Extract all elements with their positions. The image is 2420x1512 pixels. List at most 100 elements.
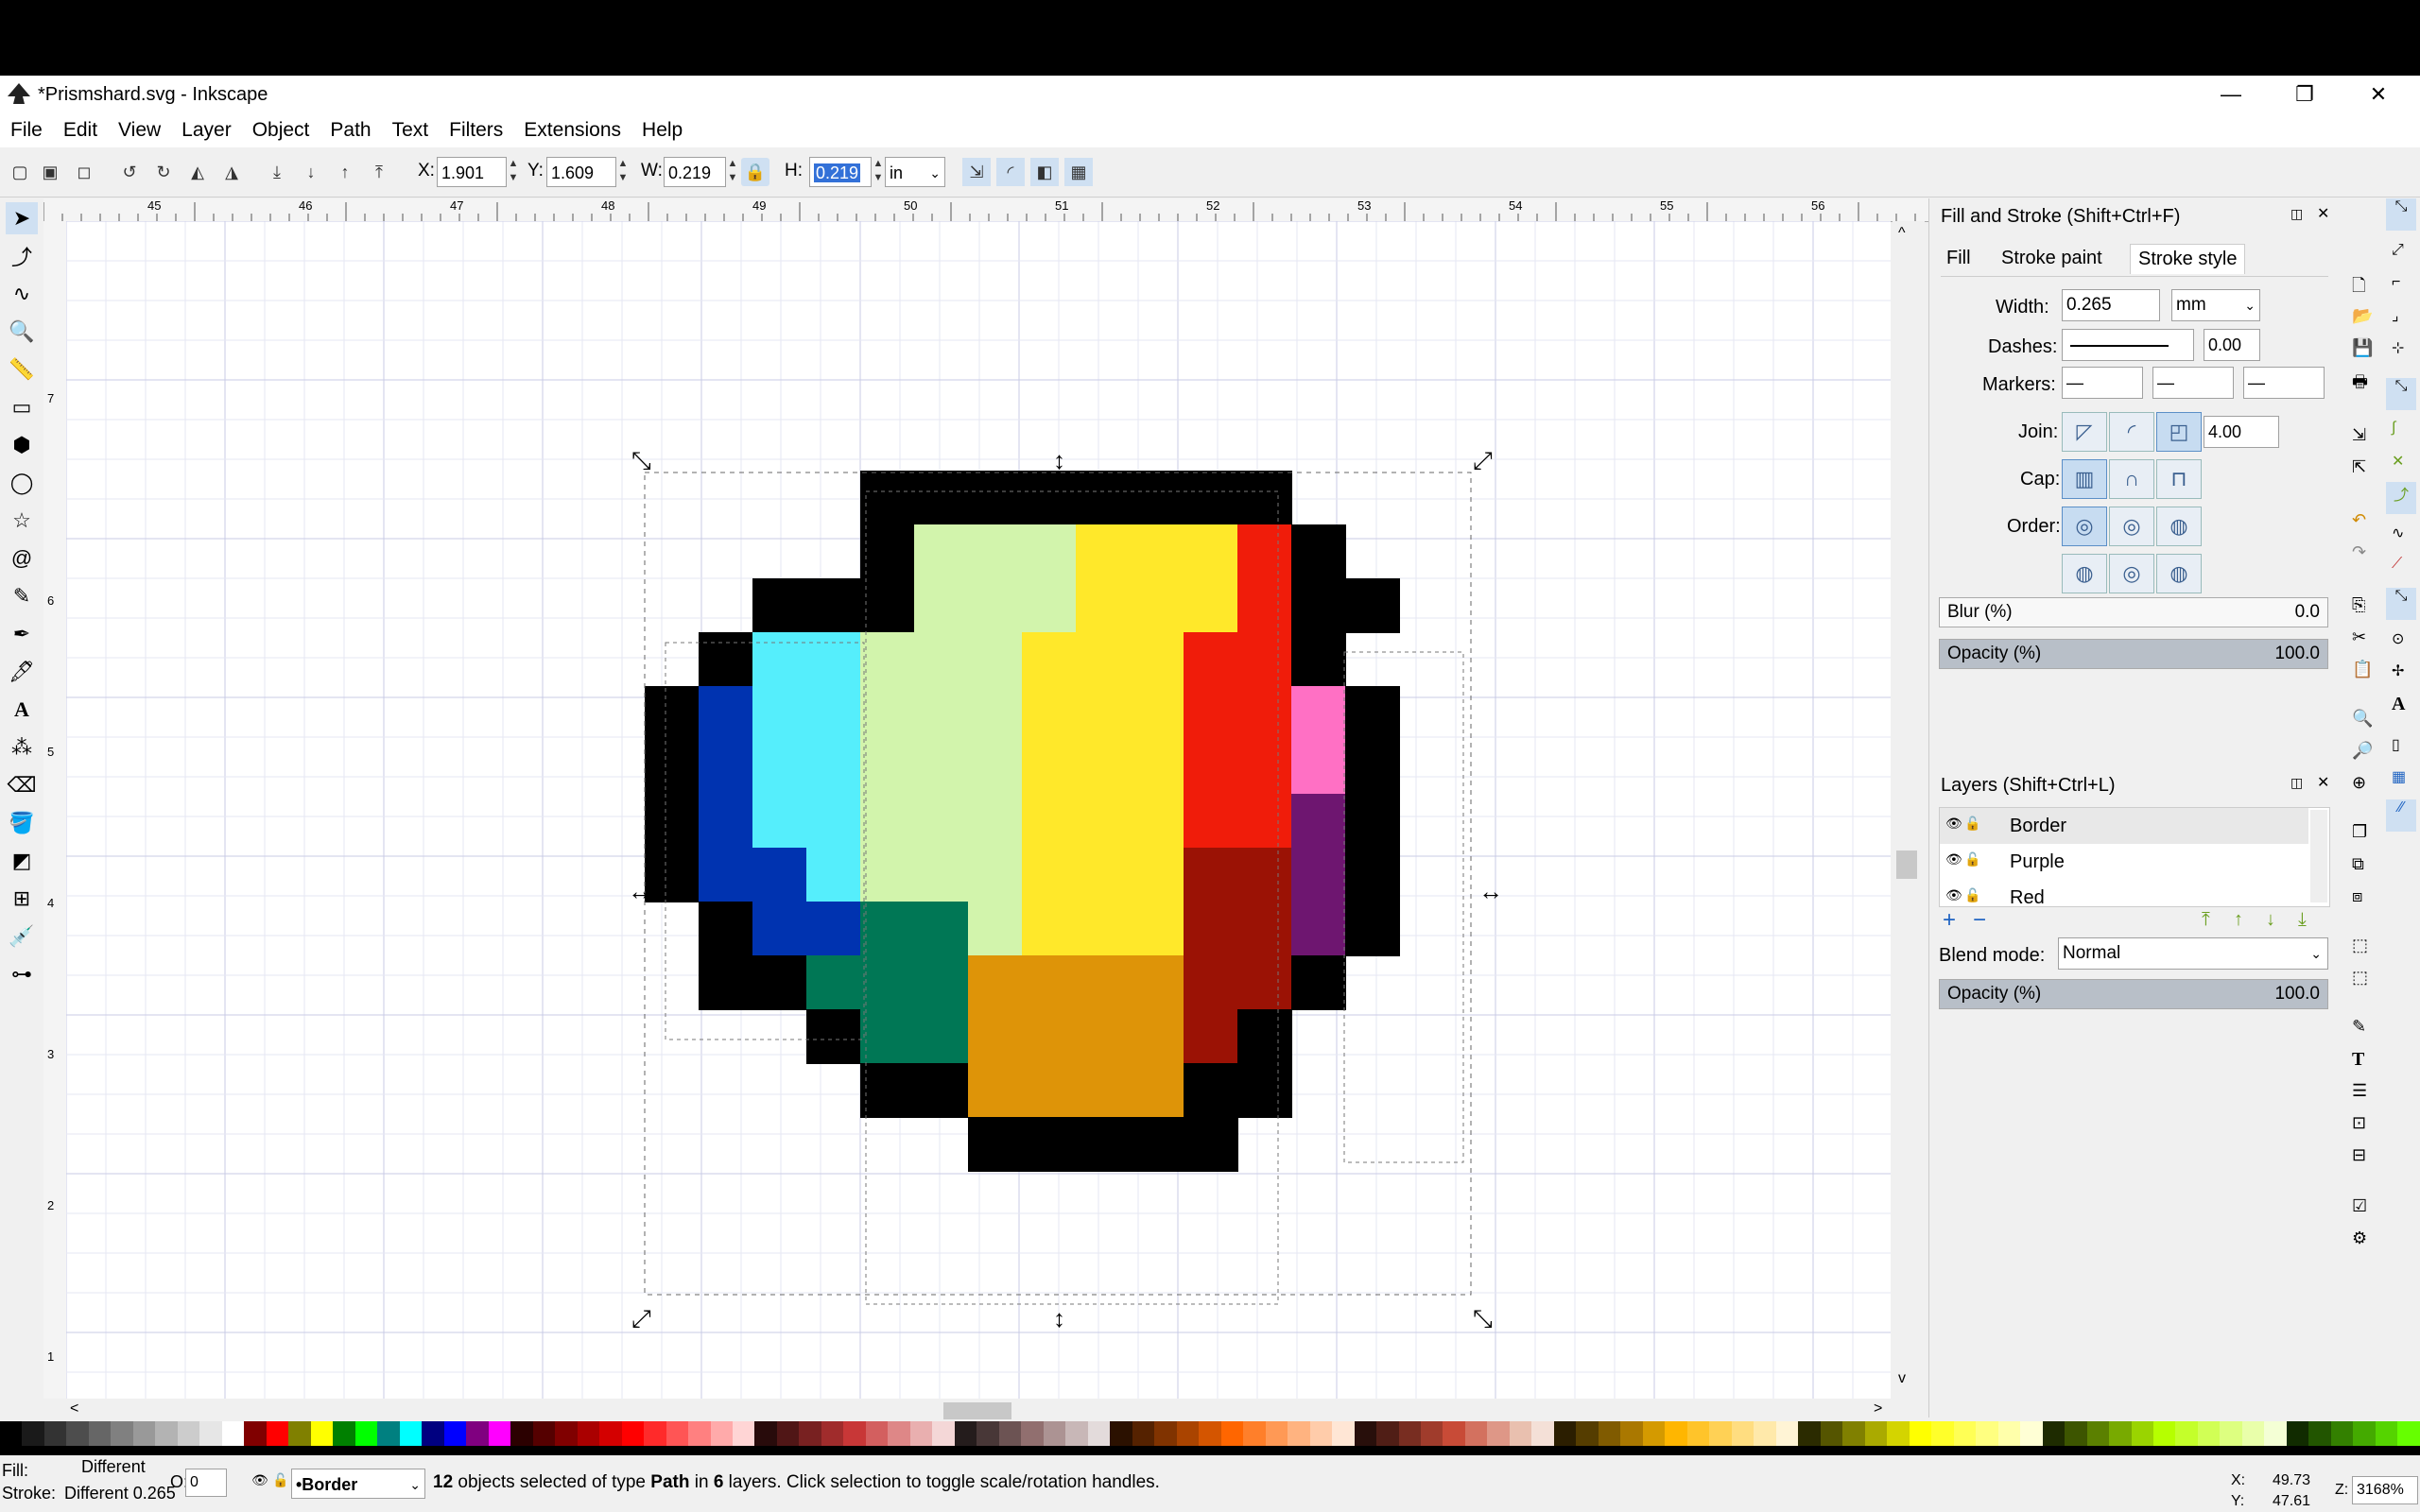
start-marker-select[interactable]: — [2062, 367, 2143, 399]
pixel-cell[interactable] [1076, 794, 1131, 849]
palette-swatch[interactable] [843, 1421, 866, 1446]
pixel-cell[interactable] [1022, 1117, 1077, 1172]
palette-swatch[interactable] [2086, 1421, 2110, 1446]
palette-swatch[interactable] [2197, 1421, 2221, 1446]
eye-icon[interactable]: 👁 [1945, 851, 1962, 868]
palette-swatch[interactable] [510, 1421, 533, 1446]
pixel-cell[interactable] [968, 632, 1023, 687]
pixel-cell[interactable] [860, 686, 915, 741]
pixel-cell[interactable] [860, 902, 915, 956]
lower-to-bottom-icon[interactable]: ⤓ [263, 158, 291, 186]
copy-icon[interactable]: ⎘ [2352, 595, 2365, 615]
palette-swatch[interactable] [2264, 1421, 2287, 1446]
node-tool-icon[interactable]: ⤴ [6, 240, 38, 272]
pixel-cell[interactable] [752, 686, 807, 741]
palette-swatch[interactable] [399, 1421, 423, 1446]
palette-swatch[interactable] [1176, 1421, 1200, 1446]
preferences-icon[interactable]: ⚙ [2352, 1228, 2367, 1248]
palette-swatch[interactable] [2131, 1421, 2153, 1446]
rotate-cw-icon[interactable]: ↻ [149, 158, 178, 186]
close-panel-icon[interactable]: ✕ [2317, 204, 2329, 223]
snap-bbox-midpoint-icon[interactable]: ⊹ [2392, 338, 2404, 357]
palette-swatch[interactable] [1598, 1421, 1621, 1446]
palette-swatch[interactable] [577, 1421, 600, 1446]
palette-swatch[interactable] [1953, 1421, 1977, 1446]
snap-cusp-nodes-icon[interactable]: ⤴ [2386, 482, 2416, 514]
scale-handle-ne[interactable]: ⤢ [1473, 446, 1493, 474]
zoom-page-icon[interactable]: ⊕ [2352, 773, 2366, 793]
pixel-cell[interactable] [860, 955, 915, 1010]
palette-swatch[interactable] [1376, 1421, 1399, 1446]
text-font-icon[interactable]: T [2352, 1049, 2364, 1071]
current-layer-select[interactable]: •Border ⌄ [291, 1469, 425, 1499]
pixel-cell[interactable] [699, 686, 753, 741]
lock-icon[interactable]: 🔒 [741, 158, 769, 186]
pixel-cell[interactable] [1184, 848, 1238, 902]
mid-marker-select[interactable]: — [2152, 367, 2234, 399]
scale-handle-nw[interactable]: ⤡ [631, 446, 651, 474]
scroll-right-icon[interactable]: > [1874, 1400, 1882, 1418]
pixel-cell[interactable] [860, 1009, 915, 1064]
pixel-cell[interactable] [968, 740, 1023, 795]
miter-join-icon[interactable]: ◰ [2156, 412, 2202, 452]
palette-swatch[interactable] [2397, 1421, 2420, 1446]
pixel-cell[interactable] [968, 578, 1023, 633]
palette-swatch[interactable] [1931, 1421, 1954, 1446]
symbols-icon[interactable]: ⊟ [2352, 1145, 2366, 1165]
palette-swatch[interactable] [199, 1421, 222, 1446]
palette-swatch[interactable] [1775, 1421, 1799, 1446]
pixel-cell[interactable] [968, 794, 1023, 849]
h-spinner[interactable]: ▲ ▼ [872, 157, 885, 187]
pixel-cell[interactable] [806, 740, 861, 795]
pixel-cell[interactable] [1022, 578, 1077, 633]
palette-swatch[interactable] [754, 1421, 777, 1446]
palette-swatch[interactable] [688, 1421, 711, 1446]
text-tool-icon[interactable]: A [6, 694, 38, 726]
move-gradients-icon[interactable]: ◧ [1030, 158, 1059, 186]
cut-icon[interactable]: ✂ [2352, 627, 2366, 647]
pixel-cell[interactable] [806, 686, 861, 741]
color-palette[interactable] [0, 1421, 2420, 1446]
pixel-cell[interactable] [1237, 848, 1292, 902]
pixel-cell[interactable] [1076, 686, 1131, 741]
layer-visibility-icon[interactable]: 👁 [251, 1472, 268, 1488]
pixel-cell[interactable] [1130, 1063, 1184, 1118]
pixel-cell[interactable] [1237, 578, 1292, 633]
remove-layer-icon[interactable]: − [1973, 907, 1986, 934]
palette-swatch[interactable] [132, 1421, 156, 1446]
round-join-icon[interactable]: ◜ [2109, 412, 2154, 452]
scale-handle-se[interactable]: ⤡ [1473, 1304, 1493, 1332]
snap-others-icon[interactable]: ⤡ [2386, 588, 2416, 620]
pixel-cell[interactable] [1237, 902, 1292, 956]
palette-swatch[interactable] [932, 1421, 955, 1446]
miter-limit-field[interactable]: 4.00 [2204, 416, 2279, 448]
palette-swatch[interactable] [22, 1421, 44, 1446]
menu-filters[interactable]: Filters [439, 119, 513, 142]
pixel-cell[interactable] [806, 1009, 861, 1064]
tab-stroke-paint[interactable]: Stroke paint [2001, 248, 2102, 269]
palette-swatch[interactable] [288, 1421, 311, 1446]
palette-swatch[interactable] [2308, 1421, 2331, 1446]
width-unit-select[interactable]: mm ⌄ [2171, 289, 2260, 321]
pixel-cell[interactable] [1291, 794, 1346, 849]
pixel-cell[interactable] [968, 902, 1023, 956]
pixel-cell[interactable] [1076, 1063, 1131, 1118]
w-field[interactable]: 0.219 [664, 157, 726, 187]
pixel-cell[interactable] [860, 794, 915, 849]
pixel-cell[interactable] [860, 632, 915, 687]
paste-icon[interactable]: 📋 [2352, 660, 2373, 679]
pixel-cell[interactable] [968, 848, 1023, 902]
pixel-cell[interactable] [1022, 902, 1077, 956]
pixel-cell[interactable] [1184, 1117, 1238, 1172]
lower-icon[interactable]: ↓ [297, 158, 325, 186]
scale-handle-n[interactable]: ↕ [1053, 446, 1065, 474]
menu-text[interactable]: Text [382, 119, 440, 142]
pixel-cell[interactable] [1130, 524, 1184, 579]
palette-swatch[interactable] [599, 1421, 622, 1446]
pixel-cell[interactable] [1345, 794, 1400, 849]
pixel-cell[interactable] [752, 578, 807, 633]
palette-swatch[interactable] [2175, 1421, 2198, 1446]
palette-swatch[interactable] [2109, 1421, 2132, 1446]
deselect-icon[interactable]: ◻ [70, 158, 98, 186]
tab-fill[interactable]: Fill [1946, 248, 1971, 269]
